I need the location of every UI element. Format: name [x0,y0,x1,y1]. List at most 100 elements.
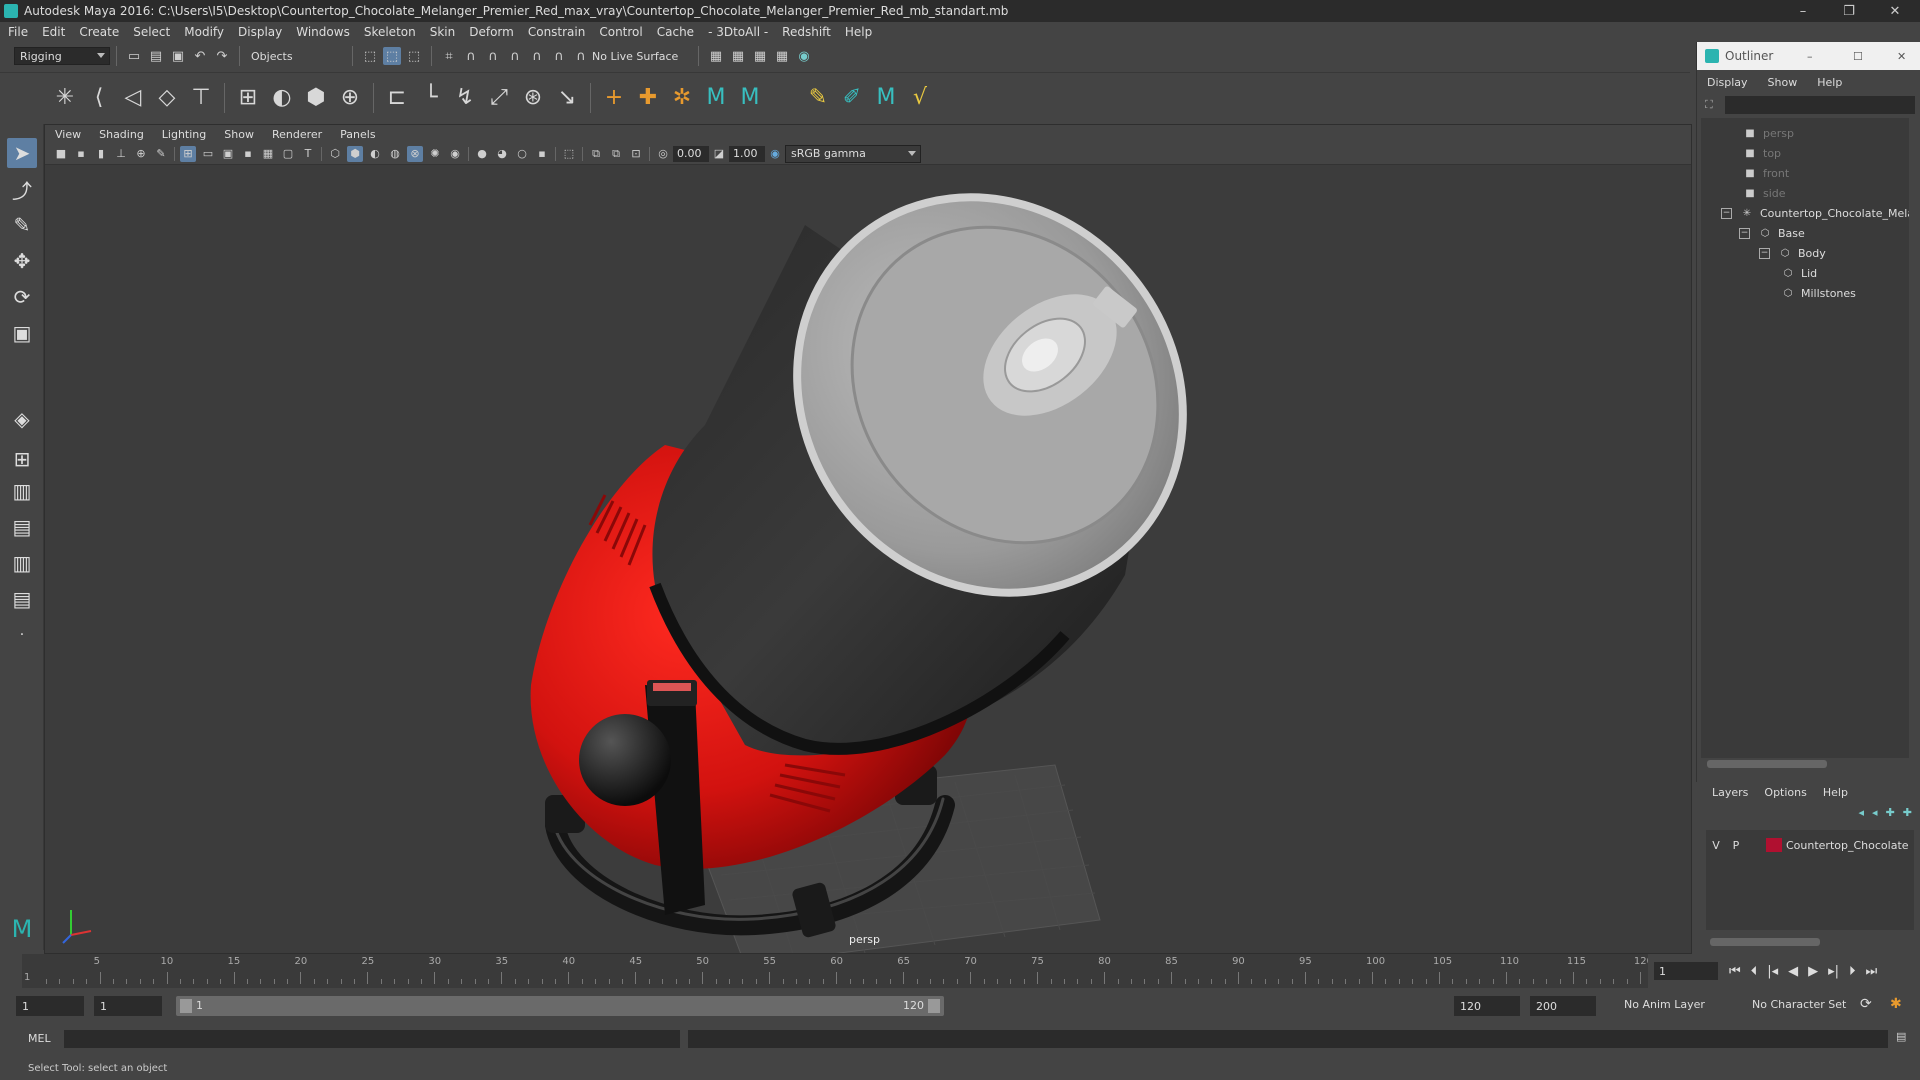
menu-help[interactable]: Help [845,25,872,39]
field-chart-icon[interactable]: ▦ [260,146,276,162]
outliner-item-persp[interactable]: ■ persp [1743,124,1794,142]
vp-menu-panels[interactable]: Panels [340,128,375,141]
move-layer-up-icon[interactable]: ◂ [1859,806,1865,819]
menu-constrain[interactable]: Constrain [528,25,586,39]
bind-skin-icon[interactable]: ⊞ [234,84,262,112]
maya-logo-small-icon[interactable]: M [872,84,900,112]
time-slider[interactable]: 1 5 10 15 20 25 30 35 40 45 50 55 60 65 70 75 80 85 90 95 10… [22,954,1653,988]
xray-joints-icon[interactable]: ⧉ [588,146,604,162]
anim-layer-dropdown[interactable]: No Anim Layer [1624,998,1705,1011]
grid-icon[interactable]: ⊞ [180,145,196,162]
hik-icon[interactable]: ✲ [668,84,696,112]
scale-constraint-icon[interactable]: ⤢ [485,84,513,112]
menu-select[interactable]: Select [133,25,170,39]
layout-a-icon[interactable]: ▥ [7,476,37,506]
paint-weights-icon[interactable]: ✎ [804,84,832,112]
menu-edit[interactable]: Edit [42,25,65,39]
ik-spline-icon[interactable]: ◁ [119,84,147,112]
collapse-icon[interactable]: − [1721,207,1732,219]
maximize-icon[interactable]: ☐ [1853,50,1863,63]
camera-select-icon[interactable]: ■ [53,146,69,162]
outliner-menu-show[interactable]: Show [1768,76,1798,89]
point-constraint-icon[interactable]: └ [417,84,445,112]
menu-redshift[interactable]: Redshift [782,25,831,39]
menu-display[interactable]: Display [238,25,282,39]
minimize-button[interactable]: – [1780,0,1826,22]
pole-vector-icon[interactable]: ↘ [553,84,581,112]
joint-tool-icon[interactable]: ✳ [51,84,79,112]
outliner-hscrollbar[interactable] [1707,760,1827,768]
bookmark-icon[interactable]: ▮ [93,146,109,162]
render-current-icon[interactable]: ▦ [707,47,725,65]
textured-icon[interactable]: ◍ [387,146,403,162]
range-slider[interactable]: 1 120 [176,996,944,1016]
mirror-joint-icon[interactable]: ⊤ [187,84,215,112]
lattice-icon[interactable]: ⬢ [302,84,330,112]
start-time-field[interactable]: 1 [16,996,84,1016]
outliner-menu-display[interactable]: Display [1707,76,1748,89]
menu-create[interactable]: Create [79,25,119,39]
end-time-field[interactable]: 200 [1530,996,1596,1016]
range-slider-end-handle[interactable] [928,999,940,1013]
outliner-item-millstones[interactable]: ⬡ Millstones [1781,284,1856,302]
parent-constraint-icon[interactable]: ⊏ [383,84,411,112]
outliner-item-lid[interactable]: ⬡ Lid [1781,264,1818,282]
more-layouts-icon[interactable]: · [7,620,37,650]
isolate-select-icon[interactable]: ⬚ [561,146,577,162]
new-layer-icon[interactable]: ✚ [1886,806,1895,819]
playback-end-field[interactable]: 120 [1454,996,1520,1016]
redo-icon[interactable]: ↷ [213,47,231,65]
layout-c-icon[interactable]: ▥ [7,548,37,578]
film-gate-icon[interactable]: ▭ [200,146,216,162]
mel-label[interactable]: MEL [28,1032,51,1045]
menu-3dtoall[interactable]: - 3DtoAll - [708,25,768,39]
snap-point-icon[interactable]: ∩ [484,47,502,65]
snap-curve-icon[interactable]: ∩ [462,47,480,65]
color-management-icon[interactable]: ◉ [767,146,783,162]
menuset-dropdown[interactable]: Rigging [14,47,110,65]
layout-d-icon[interactable]: ▤ [7,584,37,614]
outliner-menu-help[interactable]: Help [1817,76,1842,89]
save-scene-icon[interactable]: ▣ [169,47,187,65]
smooth-bind-icon[interactable]: ◐ [268,84,296,112]
menu-cache[interactable]: Cache [657,25,694,39]
menu-control[interactable]: Control [599,25,642,39]
snap-plane-icon[interactable]: ∩ [506,47,524,65]
restore-button[interactable]: ❐ [1826,0,1872,22]
resolution-gate-icon[interactable]: ▣ [220,146,236,162]
undo-icon[interactable]: ↶ [191,47,209,65]
play-backward-icon[interactable]: ◀ [1788,964,1798,979]
step-back-key-icon[interactable]: ⏴ [1751,964,1758,979]
select-hierarchy-icon[interactable]: ⬚ [361,47,379,65]
outliner-search-input[interactable] [1725,96,1915,114]
gate-mask-icon[interactable]: ▪ [240,146,256,162]
lasso-tool-icon[interactable]: ⤴ [7,174,37,204]
wireframe-icon[interactable]: ⬡ [327,146,343,162]
vp-menu-renderer[interactable]: Renderer [272,128,322,141]
menu-deform[interactable]: Deform [469,25,514,39]
maya-logo-alt-icon[interactable]: M [736,84,764,112]
live-surface-label[interactable]: No Live Surface [592,50,692,63]
menu-skeleton[interactable]: Skeleton [364,25,416,39]
exposure-field[interactable]: 0.00 [673,145,709,162]
step-back-frame-icon[interactable]: |◂ [1767,964,1778,979]
current-frame-field[interactable]: 1 [1654,962,1718,980]
vp-menu-show[interactable]: Show [224,128,254,141]
paint-select-icon[interactable]: ✎ [7,210,37,240]
range-slider-start-handle[interactable] [180,999,192,1013]
script-editor-icon[interactable]: ▤ [1896,1030,1906,1043]
snap-grid-icon[interactable]: ⌗ [440,47,458,65]
move-tool-icon[interactable]: ✥ [7,246,37,276]
use-lights-icon[interactable]: ⊗ [407,145,423,162]
viewport-panel[interactable]: View Shading Lighting Show Renderer Pane… [44,124,1692,954]
new-scene-icon[interactable]: ▭ [125,47,143,65]
image-plane-icon[interactable]: ⊥ [113,146,129,162]
mel-input[interactable] [64,1030,680,1048]
insert-joint-icon[interactable]: ◇ [153,84,181,112]
wrap-icon[interactable]: ⊕ [336,84,364,112]
select-mode-dropdown[interactable]: Objects [246,47,346,65]
layer-playback-toggle[interactable]: P [1726,839,1746,852]
ik-handle-icon[interactable]: ⟨ [85,84,113,112]
scene-render[interactable] [45,165,1691,953]
close-button[interactable]: ✕ [1872,0,1918,22]
